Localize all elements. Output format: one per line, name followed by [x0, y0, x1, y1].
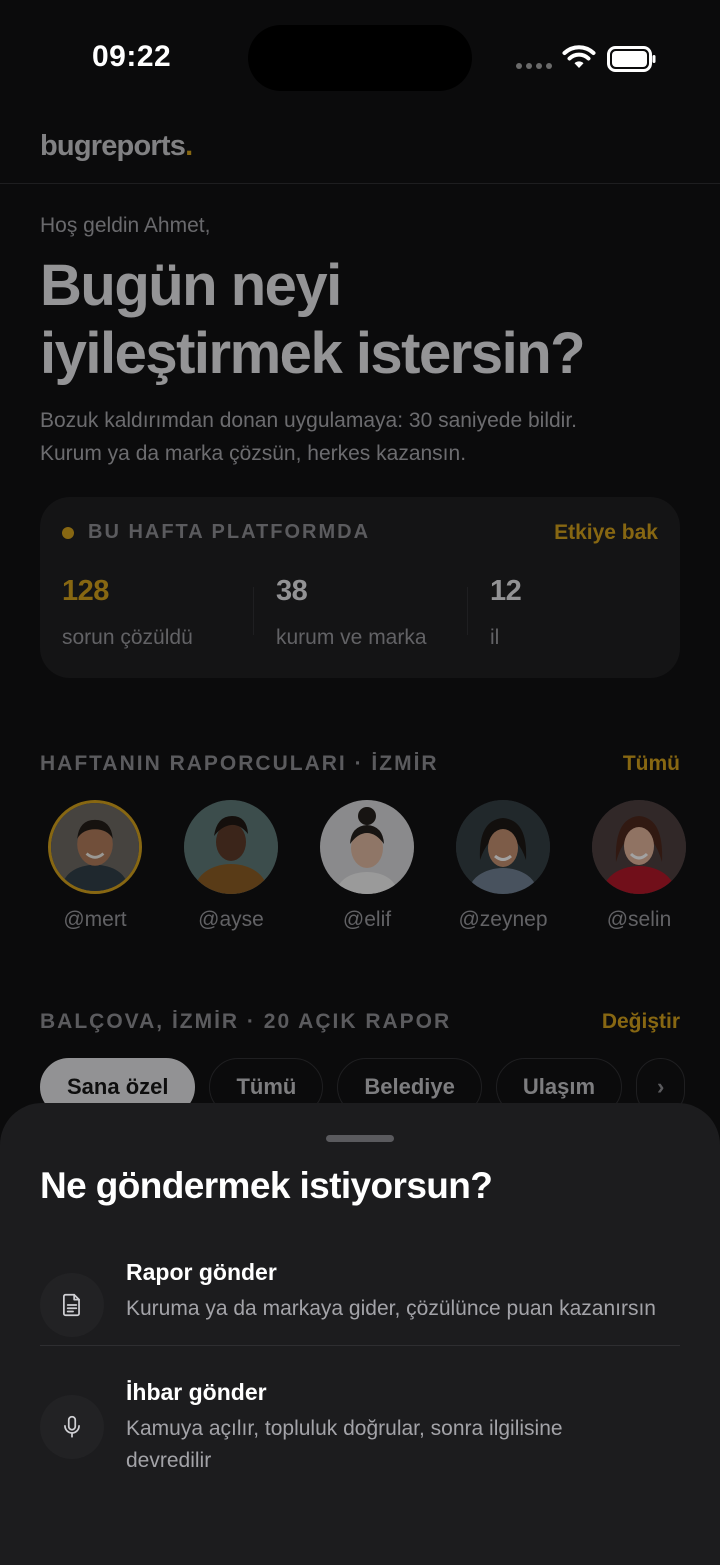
- avatar: [320, 800, 414, 894]
- app-logo[interactable]: bugreports.: [40, 130, 193, 163]
- send-report-option[interactable]: Rapor gönder Kuruma ya da markaya gider,…: [40, 1255, 680, 1345]
- avatar: [48, 800, 142, 894]
- stat-divider: [467, 587, 468, 635]
- reporters-see-all-link[interactable]: Tümü: [623, 752, 680, 776]
- avatar: [456, 800, 550, 894]
- stat-resolved: 128 sorun çözüldü: [62, 575, 193, 649]
- app-header: bugreports.: [0, 110, 720, 184]
- option-title: Rapor gönder: [126, 1259, 277, 1285]
- avatar: [184, 800, 278, 894]
- hero-title: Bugün neyi iyileştirmek istersin?: [40, 253, 586, 386]
- live-dot-icon: [62, 527, 74, 539]
- reporters-list: @mert @ayse @elif @zeynep @selin: [40, 800, 720, 940]
- status-bar: 09:22: [0, 0, 720, 110]
- reporter-item[interactable]: @elif: [312, 800, 422, 932]
- option-description: Kamuya açılır, topluluk doğrular, sonra …: [126, 1417, 563, 1472]
- stat-organizations: 38 kurum ve marka: [276, 575, 427, 649]
- reporter-item[interactable]: @mert: [40, 800, 150, 932]
- status-time: 09:22: [92, 40, 172, 73]
- wifi-icon: [562, 45, 596, 68]
- stat-divider: [253, 587, 254, 635]
- send-tip-option[interactable]: İhbar gönder Kamuya açılır, topluluk doğ…: [40, 1375, 680, 1485]
- stats-label: BU HAFTA PLATFORMDA: [88, 521, 371, 543]
- document-icon: [40, 1273, 104, 1337]
- avatar: [592, 800, 686, 894]
- view-impact-link[interactable]: Etkiye bak: [554, 521, 658, 545]
- cellular-signal-icon: [516, 63, 552, 69]
- sheet-title: Ne göndermek istiyorsun?: [40, 1165, 493, 1206]
- option-title: İhbar gönder: [126, 1379, 267, 1405]
- battery-icon: [607, 46, 656, 72]
- reporter-item[interactable]: @ayse: [176, 800, 286, 932]
- reporter-item[interactable]: @zeynep: [448, 800, 558, 932]
- send-bottom-sheet: Ne göndermek istiyorsun? Rapor gönder Ku…: [0, 1103, 720, 1565]
- reporter-item[interactable]: @selin: [584, 800, 694, 932]
- hero-subtitle: Bozuk kaldırımdan donan uygulamaya: 30 s…: [40, 409, 577, 465]
- change-location-link[interactable]: Değiştir: [602, 1010, 680, 1034]
- location-section-title: BALÇOVA, İZMİR · 20 AÇIK RAPOR: [40, 1010, 452, 1033]
- greeting-text: Hoş geldin Ahmet,: [40, 214, 211, 237]
- option-description: Kuruma ya da markaya gider, çözülünce pu…: [126, 1297, 656, 1320]
- reporters-section-title: HAFTANIN RAPORCULARI · İZMİR: [40, 752, 439, 775]
- option-divider: [40, 1345, 680, 1346]
- stat-provinces: 12 il: [490, 575, 522, 649]
- microphone-icon: [40, 1395, 104, 1459]
- sheet-grabber[interactable]: [326, 1135, 394, 1142]
- weekly-stats-card: BU HAFTA PLATFORMDA Etkiye bak 128 sorun…: [40, 497, 680, 678]
- dynamic-island: [248, 25, 472, 91]
